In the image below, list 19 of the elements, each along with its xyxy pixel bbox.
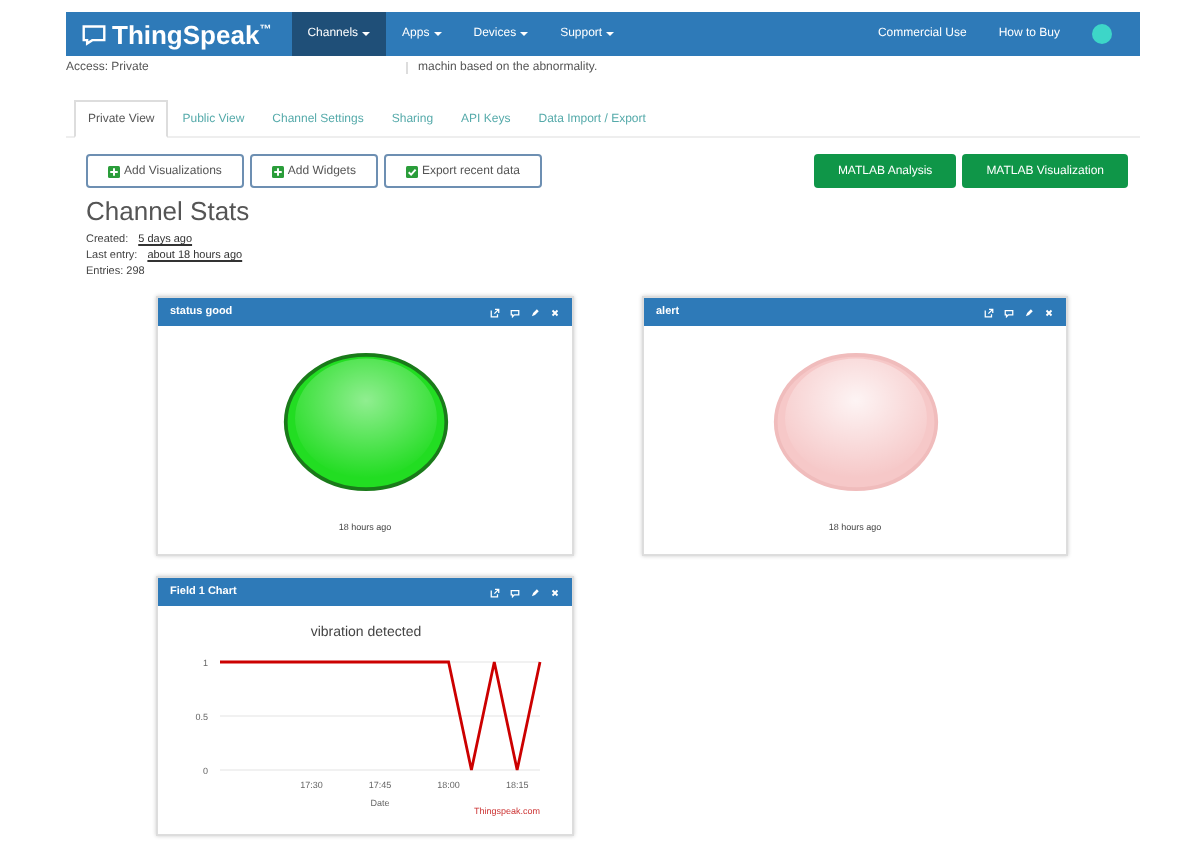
comment-icon[interactable] (510, 307, 520, 317)
section-title: Channel Stats (86, 196, 252, 226)
plus-icon (271, 165, 284, 177)
close-icon[interactable] (1044, 307, 1054, 317)
external-link-icon[interactable] (490, 587, 500, 597)
chat-icon (82, 23, 106, 45)
comment-icon[interactable] (510, 587, 520, 597)
comment-icon[interactable] (1004, 307, 1014, 317)
pencil-icon[interactable] (530, 587, 540, 597)
pencil-icon[interactable] (530, 307, 540, 317)
logo[interactable]: ThingSpeak$^{™}$ (112, 19, 272, 49)
external-link-icon[interactable] (984, 307, 994, 317)
close-icon[interactable] (550, 307, 560, 317)
external-link-icon[interactable] (490, 307, 500, 317)
pencil-icon[interactable] (1024, 307, 1034, 317)
plus-icon (108, 165, 120, 177)
close-icon[interactable] (550, 587, 560, 597)
check-icon (405, 165, 418, 177)
avatar[interactable] (1092, 24, 1112, 44)
